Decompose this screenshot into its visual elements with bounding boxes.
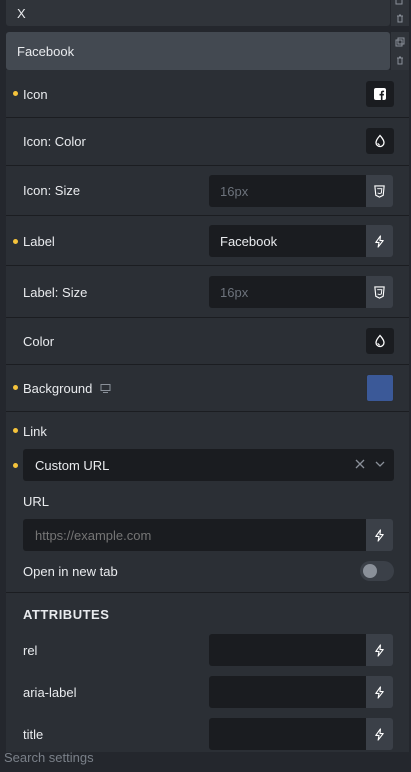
rel-input[interactable] — [209, 634, 366, 666]
repeater-item-x[interactable]: X — [6, 0, 390, 26]
css-shield-icon — [374, 184, 385, 198]
color-drop-icon — [375, 134, 385, 148]
duplicate-icon[interactable] — [391, 33, 409, 51]
control-label: URL — [23, 494, 50, 509]
attribute-label: title — [23, 727, 44, 742]
control-label: Open in new tab — [23, 564, 118, 579]
chevron-down-icon[interactable] — [374, 458, 386, 470]
color-picker-button[interactable] — [366, 128, 394, 154]
bolt-icon — [375, 727, 384, 741]
aria-label-input[interactable] — [209, 676, 366, 708]
modified-indicator — [13, 91, 18, 96]
link-type-select[interactable]: Custom URL — [23, 449, 394, 481]
facebook-square-icon — [374, 88, 386, 100]
control-label: Label: Size — [23, 285, 88, 300]
modified-indicator — [13, 463, 18, 468]
toggle-knob — [363, 564, 377, 578]
control-label: Icon: Size — [23, 183, 81, 198]
modified-indicator — [13, 385, 18, 390]
css-shield-icon — [374, 285, 385, 299]
duplicate-icon[interactable] — [391, 0, 409, 10]
dynamic-data-button[interactable] — [366, 634, 393, 666]
repeater-item-actions — [391, 32, 409, 70]
dynamic-data-button[interactable] — [366, 519, 393, 551]
monitor-icon[interactable] — [100, 382, 111, 393]
search-placeholder: Search settings — [4, 752, 94, 765]
bolt-icon — [375, 234, 384, 248]
control-label: Icon — [23, 87, 48, 102]
icon-picker-button[interactable] — [366, 81, 394, 107]
dynamic-data-button[interactable] — [366, 676, 393, 708]
label-input[interactable]: Facebook — [209, 225, 366, 257]
modified-indicator — [13, 239, 18, 244]
control-label: Background — [23, 381, 93, 396]
select-value: Custom URL — [35, 457, 110, 473]
panel-bottom-edge — [6, 750, 409, 752]
color-drop-icon — [375, 334, 385, 348]
repeater-item-label: Facebook — [17, 43, 75, 59]
modified-indicator — [13, 428, 18, 433]
dynamic-data-button[interactable] — [366, 718, 393, 750]
trash-icon[interactable] — [391, 10, 409, 26]
control-label: Link — [23, 424, 47, 439]
clear-icon[interactable] — [354, 458, 366, 470]
control-label: Color — [23, 334, 55, 349]
section-title-attributes: ATTRIBUTES — [23, 607, 110, 622]
attribute-label: rel — [23, 643, 38, 658]
divider — [6, 592, 409, 593]
control-label: Label — [23, 234, 55, 249]
control-icon — [6, 70, 409, 118]
css-units-button[interactable] — [366, 276, 393, 308]
label-size-input[interactable]: 16px — [209, 276, 366, 308]
trash-icon[interactable] — [391, 51, 409, 69]
bolt-icon — [375, 528, 384, 542]
new-tab-toggle[interactable] — [360, 561, 394, 581]
url-input[interactable] — [23, 519, 366, 551]
icon-size-input[interactable]: 16px — [209, 175, 366, 207]
search-settings-input[interactable]: Search settings — [0, 752, 411, 772]
title-input[interactable] — [209, 718, 366, 750]
attribute-label: aria-label — [23, 685, 77, 700]
dynamic-data-button[interactable] — [366, 225, 393, 257]
repeater-item-actions — [391, 0, 409, 26]
background-color-swatch[interactable] — [366, 374, 394, 402]
control-label: Icon: Color — [23, 134, 86, 149]
bolt-icon — [375, 685, 384, 699]
color-picker-button[interactable] — [366, 328, 394, 354]
bolt-icon — [375, 643, 384, 657]
repeater-item-label: X — [17, 5, 26, 21]
css-units-button[interactable] — [366, 175, 393, 207]
control-color — [6, 318, 409, 365]
repeater-item-facebook[interactable]: Facebook — [6, 32, 390, 70]
